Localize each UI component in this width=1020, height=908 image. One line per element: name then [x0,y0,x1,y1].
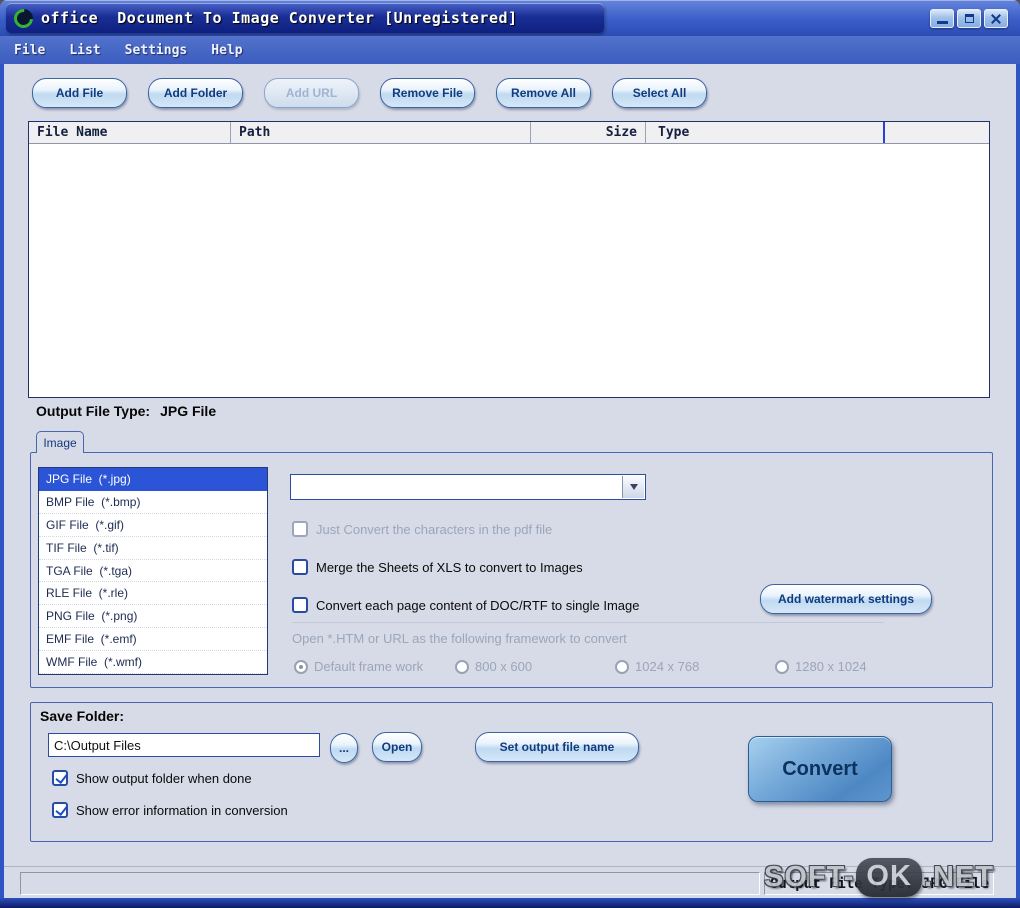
menu-list[interactable]: List [69,43,100,58]
radio-1024x768: 1024 x 768 [615,659,699,674]
format-item-tif[interactable]: TIF File (*.tif) [39,537,267,560]
column-size[interactable]: Size [531,122,646,143]
browse-button[interactable]: ... [330,733,358,763]
checkbox-box[interactable] [52,770,68,786]
tab-image[interactable]: Image [36,431,84,453]
table-header: File Name Path Size Type [29,122,989,144]
radio-default-framework: Default frame work [294,659,423,674]
menu-help[interactable]: Help [211,43,242,58]
maximize-icon [965,14,974,23]
radio-circle [294,659,308,674]
radio-circle [775,659,789,674]
checkbox-doc-single-image[interactable]: Convert each page content of DOC/RTF to … [292,597,639,613]
window-bottom-edge [0,898,1020,908]
remove-file-button[interactable]: Remove File [380,78,475,108]
format-item-rle[interactable]: RLE File (*.rle) [39,582,267,606]
divider [292,622,884,623]
table-body-empty[interactable] [29,144,989,397]
maximize-button[interactable] [957,9,981,28]
save-folder-legend: Save Folder: [40,708,125,724]
file-list-table: File Name Path Size Type [28,121,990,398]
radio-label: 1024 x 768 [635,659,700,674]
titlebar: office Document To Image Converter [Unre… [0,0,1020,36]
format-item-tga[interactable]: TGA File (*.tga) [39,560,267,583]
format-item-gif[interactable]: GIF File (*.gif) [39,514,267,537]
format-item-emf[interactable]: EMF File (*.emf) [39,628,267,652]
checkbox-merge-xls[interactable]: Merge the Sheets of XLS to convert to Im… [292,559,583,575]
app-window: office Document To Image Converter [Unre… [0,0,1020,908]
checkbox-pdf-characters: Just Convert the characters in the pdf f… [292,521,552,537]
checkbox-box[interactable] [292,559,308,575]
column-path[interactable]: Path [231,122,531,143]
menubar: File List Settings Help [0,36,1020,64]
title-panel: office Document To Image Converter [Unre… [6,3,604,33]
minimize-button[interactable] [930,9,954,28]
close-button[interactable] [984,9,1008,28]
menu-file[interactable]: File [14,43,45,58]
radio-label: 800 x 600 [475,659,533,674]
combobox-dropdown-button[interactable] [622,476,644,498]
menu-settings[interactable]: Settings [125,43,188,58]
format-item-jpg[interactable]: JPG File (*.jpg) [39,468,267,491]
statusbar-output-type: Output File Type: JPG File [764,872,994,895]
framework-caption: Open *.HTM or URL as the following frame… [292,631,627,646]
option-combobox[interactable] [290,474,646,500]
checkbox-label: Merge the Sheets of XLS to convert to Im… [316,559,583,575]
close-icon [985,10,1007,27]
radio-1280x1024: 1280 x 1024 [775,659,867,674]
output-type-caption: Output File Type: [36,403,151,419]
checkbox-box[interactable] [292,597,308,613]
radio-circle [615,659,629,674]
checkbox-label: Just Convert the characters in the pdf f… [316,521,553,537]
checkbox-show-output-folder[interactable]: Show output folder when done [52,770,252,786]
radio-label: Default frame work [314,659,424,674]
checkbox-box [292,521,308,537]
add-folder-button[interactable]: Add Folder [148,78,243,108]
statusbar-panel [20,872,760,895]
format-item-png[interactable]: PNG File (*.png) [39,605,267,629]
minimize-icon [937,21,948,24]
add-file-button[interactable]: Add File [32,78,127,108]
checkbox-show-error-info[interactable]: Show error information in conversion [52,802,288,818]
column-extra [885,122,989,143]
format-item-bmp[interactable]: BMP File (*.bmp) [39,491,267,514]
checkbox-label: Show error information in conversion [76,802,288,818]
add-url-button: Add URL [264,78,359,108]
open-button[interactable]: Open [372,732,422,762]
window-controls [930,9,1008,28]
checkbox-label: Convert each page content of DOC/RTF to … [316,597,640,613]
set-output-file-name-button[interactable]: Set output file name [475,732,639,762]
format-list: JPG File (*.jpg) BMP File (*.bmp) GIF Fi… [38,467,268,675]
convert-button[interactable]: Convert [748,736,892,802]
chevron-down-icon [629,484,638,490]
output-type-value: JPG File [160,403,217,419]
remove-all-button[interactable]: Remove All [496,78,591,108]
checkbox-label: Show output folder when done [76,770,252,786]
radio-circle [455,659,469,674]
select-all-button[interactable]: Select All [612,78,707,108]
checkbox-box[interactable] [52,802,68,818]
app-icon [10,4,37,32]
output-file-type-label: Output File Type: JPG File [36,403,216,419]
add-watermark-settings-button[interactable]: Add watermark settings [760,584,932,614]
window-title: office Document To Image Converter [Unre… [41,9,518,27]
radio-800x600: 800 x 600 [455,659,532,674]
column-type[interactable]: Type [646,122,885,143]
format-item-wmf[interactable]: WMF File (*.wmf) [39,651,267,674]
radio-label: 1280 x 1024 [795,659,867,674]
statusbar: Output File Type: JPG File [4,866,1016,898]
output-folder-input[interactable] [48,733,320,757]
column-file-name[interactable]: File Name [29,122,231,143]
